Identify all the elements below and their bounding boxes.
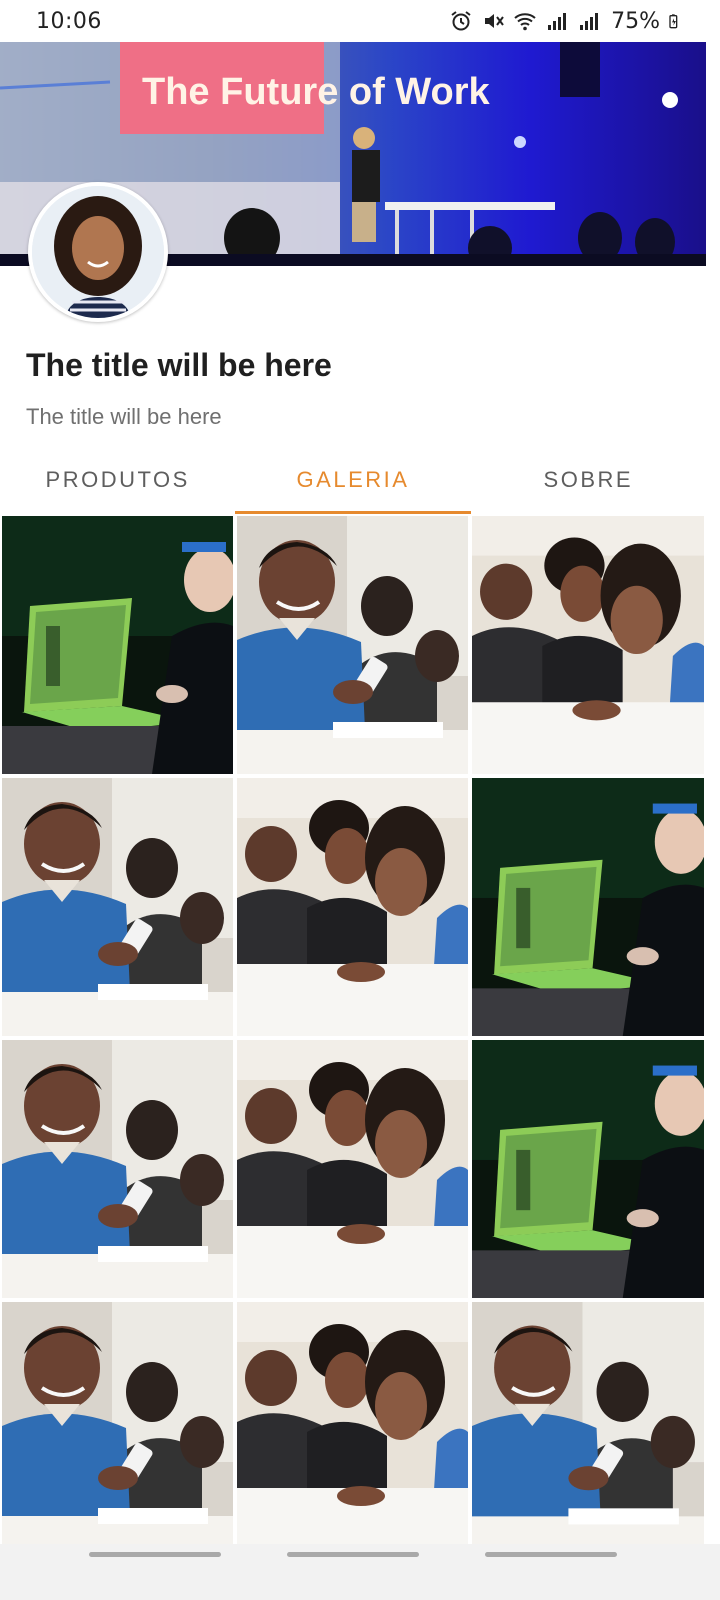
battery-percentage: 75% xyxy=(611,8,660,34)
nav-handle[interactable] xyxy=(485,1552,617,1557)
photo-image xyxy=(237,778,468,1036)
nav-handle[interactable] xyxy=(89,1552,221,1557)
gallery-photo[interactable] xyxy=(237,1302,468,1560)
tab-galeria[interactable]: GALERIA xyxy=(235,446,471,514)
photo-image xyxy=(2,1302,233,1560)
gallery-photo[interactable] xyxy=(2,516,233,774)
gallery-photo[interactable] xyxy=(2,778,233,1036)
photo-image xyxy=(472,778,704,1036)
alarm-icon xyxy=(451,11,471,31)
gallery-photo[interactable] xyxy=(2,1040,233,1298)
gallery-photo[interactable] xyxy=(237,778,468,1036)
page-title: The title will be here xyxy=(26,347,332,383)
photo-image xyxy=(2,778,233,1036)
tab-bar: PRODUTOS GALERIA SOBRE xyxy=(0,446,706,514)
status-icons: 75% xyxy=(449,9,684,34)
page-subtitle: The title will be here xyxy=(26,404,222,429)
photo-image xyxy=(472,1302,704,1560)
tab-produtos[interactable]: PRODUTOS xyxy=(0,446,235,514)
gallery-photo[interactable] xyxy=(2,1302,233,1560)
mute-icon xyxy=(485,14,504,28)
photo-image xyxy=(237,1040,468,1298)
signal-icon xyxy=(580,13,599,30)
gallery-photo[interactable] xyxy=(237,516,468,774)
photo-image xyxy=(472,516,704,774)
photo-image xyxy=(237,516,468,774)
photo-image xyxy=(2,1040,233,1298)
status-bar: 10:06 75% xyxy=(0,0,720,42)
gallery-grid xyxy=(2,516,704,1560)
gallery-photo[interactable] xyxy=(472,1040,704,1298)
gallery-photo[interactable] xyxy=(472,516,704,774)
battery-charging-icon xyxy=(669,14,678,29)
avatar[interactable] xyxy=(28,182,168,322)
cover-screen-text: The Future of Work xyxy=(142,71,490,113)
photo-image xyxy=(2,516,233,774)
photo-image xyxy=(237,1302,468,1560)
signal-icon xyxy=(548,13,567,30)
wifi-icon xyxy=(514,13,536,31)
photo-image xyxy=(472,1040,704,1298)
status-time: 10:06 xyxy=(36,8,102,34)
tab-sobre[interactable]: SOBRE xyxy=(471,446,706,514)
gallery-photo[interactable] xyxy=(237,1040,468,1298)
gallery-photo[interactable] xyxy=(472,1302,704,1560)
nav-handle[interactable] xyxy=(287,1552,419,1557)
gallery-photo[interactable] xyxy=(472,778,704,1036)
